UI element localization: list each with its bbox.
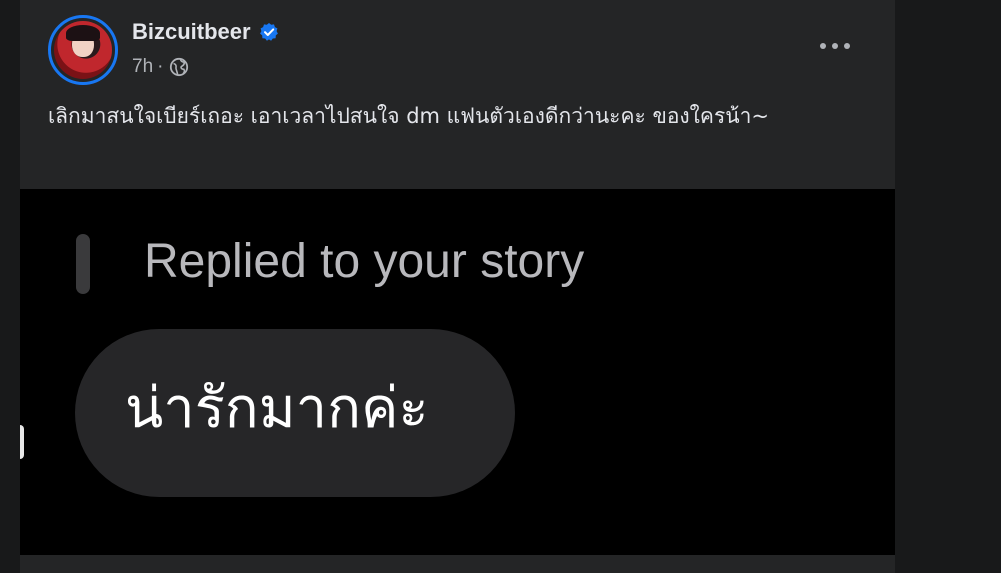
verified-badge-icon [259, 22, 279, 42]
meta-separator: · [157, 56, 164, 77]
post-media[interactable]: Replied to your story น่ารักมากค่ะ [20, 189, 895, 555]
avatar-image [54, 21, 112, 79]
post-footer-strip [20, 555, 895, 573]
author-name[interactable]: Bizcuitbeer [132, 19, 251, 45]
post-card: Bizcuitbeer 7h · เลิกมาสนใจเบียร์เถอะ เอ… [20, 0, 895, 573]
more-options-icon [820, 43, 850, 49]
author-avatar[interactable] [48, 15, 118, 85]
message-bubble: น่ารักมากค่ะ [75, 329, 515, 497]
author-row: Bizcuitbeer [132, 16, 279, 48]
globe-icon[interactable] [169, 57, 189, 77]
story-reply-label: Replied to your story [144, 235, 585, 288]
facebook-feed: Bizcuitbeer 7h · เลิกมาสนใจเบียร์เถอะ เอ… [0, 0, 1001, 573]
post-text: เลิกมาสนใจเบียร์เถอะ เอาเวลาไปสนใจ dm แฟ… [48, 104, 770, 128]
post-header: Bizcuitbeer 7h · [20, 0, 895, 100]
post-timestamp[interactable]: 7h [132, 56, 153, 78]
post-meta: 7h · [132, 54, 189, 80]
media-edge-fragment [20, 425, 24, 459]
message-text: น่ารักมากค่ะ [125, 376, 429, 441]
reply-indicator-bar [76, 234, 90, 294]
more-options-button[interactable] [810, 28, 860, 64]
